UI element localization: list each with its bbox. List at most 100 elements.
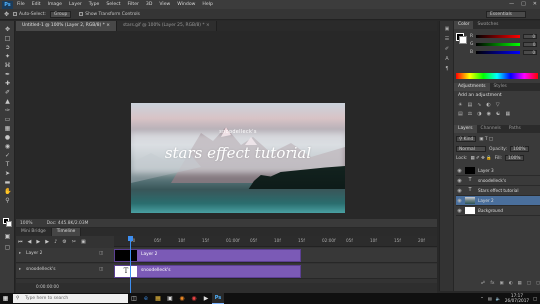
shape-tool-icon[interactable]: ▬ <box>4 180 11 186</box>
workspace-dropdown[interactable]: Essentials <box>486 11 526 18</box>
adjustment-layer-icon[interactable]: ◐ <box>509 281 513 286</box>
mask-icon[interactable]: ▣ <box>500 281 504 286</box>
show-transform-checkbox[interactable] <box>79 12 84 16</box>
menu-item-file[interactable]: File <box>17 2 25 7</box>
tab-paths[interactable]: Paths <box>505 125 525 133</box>
blue-slider[interactable]: B 0 <box>470 50 540 55</box>
tab-color[interactable]: Color <box>454 21 474 29</box>
tab-adjustments[interactable]: Adjustments <box>454 83 490 91</box>
expand-icon[interactable]: ▸ <box>19 251 21 256</box>
menu-item-layer[interactable]: Layer <box>69 2 82 7</box>
hue-saturation-icon[interactable]: ▤ <box>458 111 463 117</box>
menu-item-type[interactable]: Type <box>89 2 100 7</box>
filter-icons[interactable]: ▣ T □ <box>479 137 493 142</box>
menu-item-3d[interactable]: 3D <box>146 2 152 7</box>
tab-mini-bridge[interactable]: Mini Bridge <box>16 228 52 236</box>
film-icon[interactable]: ◫ <box>99 267 103 272</box>
windows-start-icon[interactable]: ▦ <box>0 293 11 304</box>
stamp-tool-icon[interactable]: ▲ <box>4 99 11 105</box>
menu-item-filter[interactable]: Filter <box>128 2 139 7</box>
black-white-icon[interactable]: ◑ <box>477 111 481 117</box>
crop-tool-icon[interactable]: ⌘ <box>4 63 11 69</box>
maximize-icon[interactable]: □ <box>521 1 526 7</box>
history-icon[interactable]: ▣ <box>444 26 450 32</box>
menu-item-view[interactable]: View <box>159 2 170 7</box>
color-lookup-icon[interactable]: ▦ <box>505 111 510 117</box>
minimize-icon[interactable]: — <box>509 1 514 7</box>
lock-icons[interactable]: ▦ ✐ ✥ 🔒 <box>471 156 492 161</box>
photoshop-task-icon[interactable]: Ps <box>212 293 224 304</box>
layer-row-selected[interactable]: ◉ Layer 2 <box>456 196 540 206</box>
photo-filter-icon[interactable]: ◉ <box>487 111 491 117</box>
channel-mixer-icon[interactable]: ☯ <box>496 111 500 117</box>
background-color-swatch[interactable] <box>6 221 12 227</box>
prev-frame-icon[interactable]: ◀ <box>28 239 32 245</box>
transition-icon[interactable]: ▣ <box>81 239 86 245</box>
red-bar[interactable] <box>476 35 521 38</box>
green-bar[interactable] <box>476 43 521 46</box>
network-icon[interactable]: ▤ <box>488 296 492 301</box>
timeline-row-text[interactable]: ▸ snoodelleck's ◫ T snoodelleck's <box>16 264 437 279</box>
blue-value[interactable]: 0 <box>523 50 538 55</box>
tab-layers[interactable]: Layers <box>454 125 477 133</box>
zoom-level[interactable]: 100% <box>20 221 33 226</box>
eyedropper-tool-icon[interactable]: ✒ <box>4 72 11 78</box>
auto-select-checkbox[interactable] <box>13 12 18 16</box>
file-explorer-icon[interactable]: ▦ <box>152 293 164 304</box>
blue-bar[interactable] <box>476 51 521 54</box>
exposure-icon[interactable]: ◐ <box>486 102 490 108</box>
eye-icon[interactable]: ◉ <box>456 188 463 194</box>
green-value[interactable]: 0 <box>523 42 538 47</box>
split-icon[interactable]: ✂ <box>72 239 76 245</box>
layer-row[interactable]: ◉ Layer 3 <box>456 166 540 176</box>
green-slider[interactable]: G 0 <box>470 42 540 47</box>
brush-preset-icon[interactable]: ✐ <box>444 46 450 52</box>
timeline-clip[interactable]: T snoodelleck's <box>114 265 301 278</box>
background-color-swatch[interactable] <box>459 36 467 44</box>
expand-icon[interactable]: ▸ <box>19 267 21 272</box>
playhead[interactable] <box>128 236 133 293</box>
next-frame-icon[interactable]: ▶ <box>45 239 49 245</box>
tab-styles[interactable]: Styles <box>490 83 511 91</box>
timeline-row-layer-2[interactable]: ▸ Layer 2 ◫ Layer 2 <box>16 248 437 263</box>
red-slider[interactable]: R 0 <box>470 34 540 39</box>
tab-timeline[interactable]: Timeline <box>51 228 82 236</box>
lasso-tool-icon[interactable]: ➲ <box>4 45 11 51</box>
eraser-tool-icon[interactable]: ▭ <box>4 117 11 123</box>
tab-swatches[interactable]: Swatches <box>473 21 502 29</box>
fx-icon[interactable]: fx <box>490 281 494 286</box>
search-input[interactable]: ⚲ Type here to search <box>13 294 128 303</box>
quick-mask-icon[interactable]: ▣ <box>4 234 11 240</box>
eye-icon[interactable]: ◉ <box>456 178 463 184</box>
quick-select-tool-icon[interactable]: ✦ <box>4 54 11 60</box>
brightness-icon[interactable]: ☀ <box>458 102 462 108</box>
gradient-tool-icon[interactable]: ▦ <box>4 126 11 132</box>
history-brush-icon[interactable]: ✑ <box>4 108 11 114</box>
screen-mode-icon[interactable]: ▢ <box>4 245 11 251</box>
move-tool-icon[interactable]: ✥ <box>4 11 9 18</box>
document-canvas[interactable]: snoodelleck's stars effect tutorial <box>131 103 345 213</box>
character-icon[interactable]: A <box>444 56 450 62</box>
menu-item-help[interactable]: Help <box>202 2 212 7</box>
color-balance-icon[interactable]: ⚖ <box>468 111 472 117</box>
store-icon[interactable]: ▣ <box>164 293 176 304</box>
blend-mode-dropdown[interactable]: Normal <box>456 146 486 152</box>
eye-icon[interactable]: ◉ <box>456 198 463 204</box>
fill-field[interactable]: 100% <box>505 155 524 161</box>
notifications-icon[interactable]: □ <box>533 296 537 301</box>
tab-untitled-1[interactable]: Untitled-1 @ 100% (Layer 2, RGB/8) * × <box>16 21 117 31</box>
layer-row[interactable]: ◉ T Stars effect tutorial <box>456 186 540 196</box>
close-icon[interactable]: × <box>206 23 210 28</box>
healing-tool-icon[interactable]: ✚ <box>4 81 11 87</box>
kind-dropdown[interactable]: ⚲ Kind <box>456 136 477 142</box>
media-icon[interactable]: ▶ <box>200 293 212 304</box>
layer-row[interactable]: ◉ Background <box>456 206 540 216</box>
task-view-icon[interactable]: ◫ <box>128 293 140 304</box>
timeline-clip[interactable]: Layer 2 <box>114 249 301 262</box>
move-tool-icon[interactable]: ✥ <box>4 27 11 33</box>
trash-icon[interactable]: ▢ <box>536 281 540 286</box>
properties-icon[interactable]: ☰ <box>444 36 450 42</box>
eye-icon[interactable]: ◉ <box>456 208 463 214</box>
menu-item-image[interactable]: Image <box>48 2 62 7</box>
red-value[interactable]: 0 <box>523 34 538 39</box>
